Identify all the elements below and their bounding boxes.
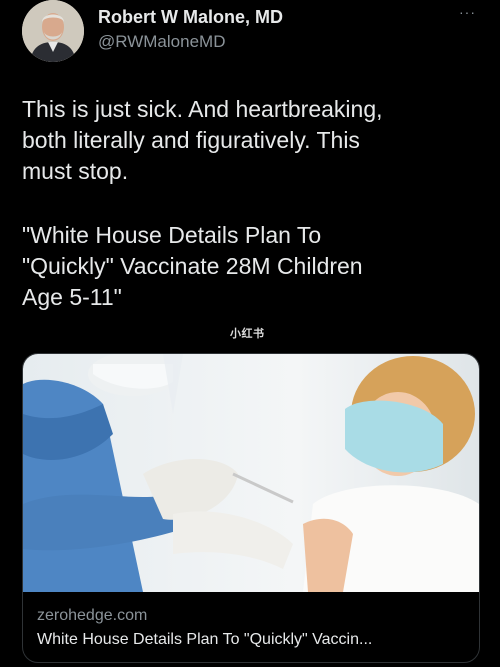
tweet-text: This is just sick. And heartbreaking, bo…: [22, 96, 383, 184]
child-vaccination-photo-icon: [23, 354, 479, 592]
link-title[interactable]: White House Details Plan To "Quickly" Va…: [37, 631, 467, 649]
link-preview-card[interactable]: zerohedge.com White House Details Plan T…: [22, 353, 480, 663]
author-handle[interactable]: @RWMaloneMD: [98, 32, 225, 52]
link-domain: zerohedge.com: [37, 607, 148, 624]
author-name[interactable]: Robert W Malone, MD: [98, 7, 283, 28]
more-options-icon[interactable]: ···: [459, 4, 476, 20]
watermark-logo: 小红书: [230, 328, 265, 340]
profile-photo-icon: [22, 0, 84, 62]
tweet-quote-text: "White House Details Plan To "Quickly" V…: [22, 222, 363, 310]
author-avatar[interactable]: [22, 0, 84, 62]
